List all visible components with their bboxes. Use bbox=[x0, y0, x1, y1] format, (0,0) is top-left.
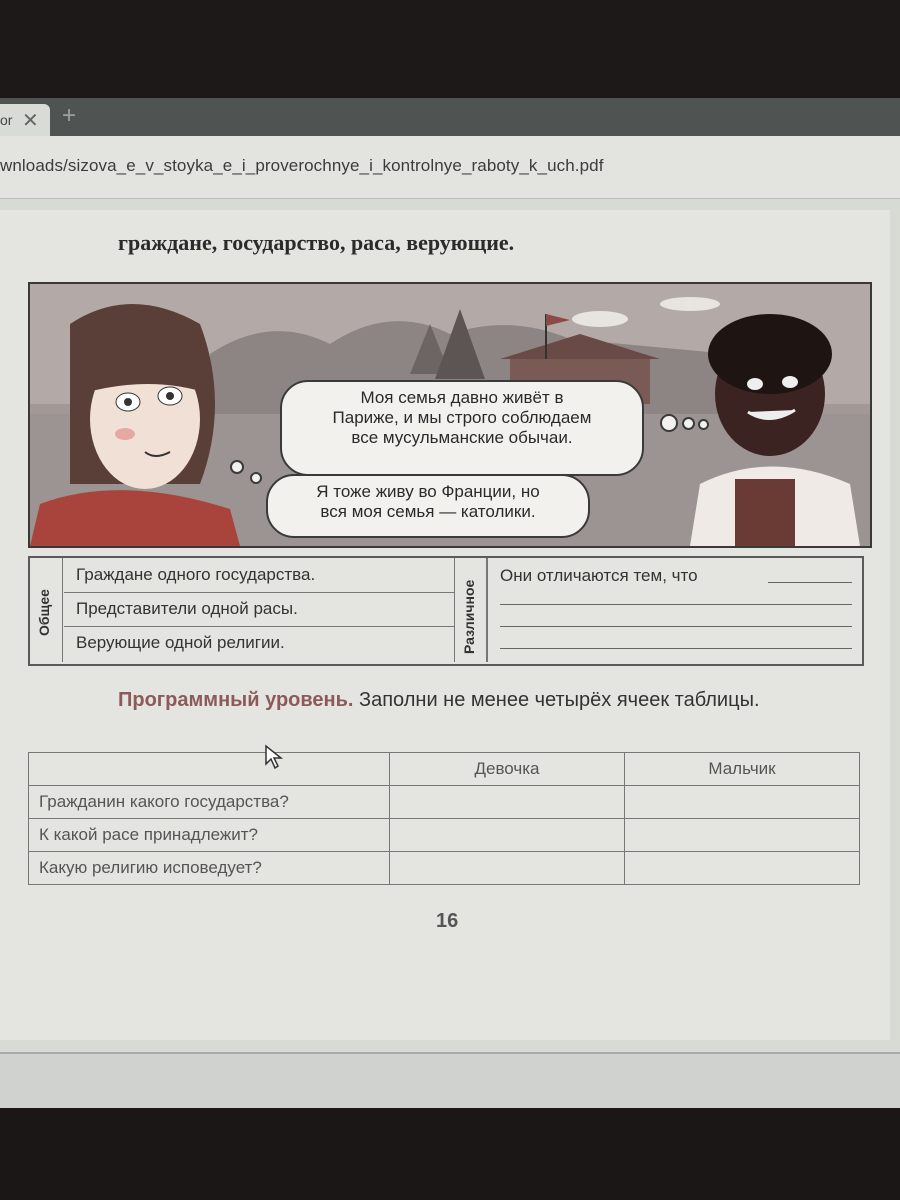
table-header-row: Девочка Мальчик bbox=[28, 752, 860, 786]
common-item: Граждане одного государства. bbox=[64, 558, 454, 593]
table-header-cell: Девочка bbox=[389, 752, 625, 786]
task-level: Программный уровень. bbox=[118, 689, 354, 711]
common-item-text: Граждане одного государства. bbox=[76, 565, 316, 584]
taskbar bbox=[0, 1052, 900, 1114]
task-instruction: Программный уровень. Заполни не менее че… bbox=[118, 688, 868, 712]
thought-dot bbox=[682, 417, 695, 430]
comparison-table: Общее Граждане одного государства. Предс… bbox=[28, 556, 864, 666]
thought-dot bbox=[230, 460, 244, 474]
tab-bar: or ✕ + bbox=[0, 98, 900, 136]
answer-cell[interactable] bbox=[624, 851, 860, 885]
thought-dot bbox=[660, 414, 678, 432]
table-row: Гражданин какого государства? bbox=[28, 785, 860, 819]
answer-cell[interactable] bbox=[624, 785, 860, 819]
answer-cell[interactable] bbox=[389, 851, 625, 885]
monitor-bezel-bottom bbox=[0, 1108, 900, 1200]
diff-label: Различное bbox=[461, 579, 477, 654]
row-question: Гражданин какого государства? bbox=[28, 785, 390, 819]
common-item-text: Верующие одной религии. bbox=[76, 633, 285, 652]
address-bar[interactable]: wnloads/sizova_e_v_stoyka_e_i_proverochn… bbox=[0, 136, 900, 199]
answer-cell[interactable] bbox=[624, 818, 860, 852]
row-question: К какой расе принадлежит? bbox=[28, 818, 390, 852]
comic-illustration: Моя семья давно живёт в Париже, и мы стр… bbox=[28, 282, 872, 548]
new-tab-button[interactable]: + bbox=[62, 102, 76, 130]
page-heading: граждане, государство, раса, верующие. bbox=[118, 230, 515, 255]
pdf-page: граждане, государство, раса, верующие. М… bbox=[0, 210, 890, 1040]
diff-area: Они отличаются тем, что bbox=[486, 558, 862, 662]
diff-label-cell: Различное bbox=[454, 558, 487, 662]
answer-table: Девочка Мальчик Гражданин какого государ… bbox=[28, 752, 860, 885]
speech-bubble-girl: Моя семья давно живёт в Париже, и мы стр… bbox=[280, 380, 644, 476]
tab-title: or bbox=[0, 112, 13, 128]
task-text: Заполни не менее четырёх ячеек таблицы. bbox=[353, 689, 760, 711]
row-question: Какую религию исповедует? bbox=[28, 851, 390, 885]
monitor-bezel-top bbox=[0, 0, 900, 100]
fill-line[interactable] bbox=[500, 604, 852, 605]
table-row: Какую религию исповедует? bbox=[28, 851, 860, 885]
common-item-text: Представители одной расы. bbox=[76, 599, 298, 618]
fill-line[interactable] bbox=[768, 582, 852, 583]
common-label: Общее bbox=[36, 589, 52, 636]
common-item: Представители одной расы. bbox=[64, 592, 454, 627]
screen: or ✕ + wnloads/sizova_e_v_stoyka_e_i_pro… bbox=[0, 98, 900, 1108]
page-number: 16 bbox=[436, 910, 459, 932]
thought-dot bbox=[698, 419, 709, 430]
mouse-cursor-icon bbox=[265, 744, 284, 770]
answer-cell[interactable] bbox=[389, 785, 625, 819]
thought-dot bbox=[250, 472, 262, 484]
common-item: Верующие одной религии. bbox=[64, 626, 454, 660]
table-header-cell: Мальчик bbox=[624, 752, 860, 786]
diff-text: Они отличаются тем, что bbox=[500, 566, 698, 585]
divider bbox=[62, 558, 63, 662]
fill-line[interactable] bbox=[500, 626, 852, 627]
table-header-cell bbox=[28, 752, 390, 786]
fill-line[interactable] bbox=[500, 648, 852, 649]
speech-bubble-boy: Я тоже живу во Франции, но вся моя семья… bbox=[266, 474, 590, 538]
table-row: К какой расе принадлежит? bbox=[28, 818, 860, 852]
url-text[interactable]: wnloads/sizova_e_v_stoyka_e_i_proverochn… bbox=[0, 156, 604, 176]
close-icon[interactable]: ✕ bbox=[22, 108, 39, 133]
answer-cell[interactable] bbox=[389, 818, 625, 852]
browser-tab[interactable]: or ✕ bbox=[0, 104, 50, 136]
